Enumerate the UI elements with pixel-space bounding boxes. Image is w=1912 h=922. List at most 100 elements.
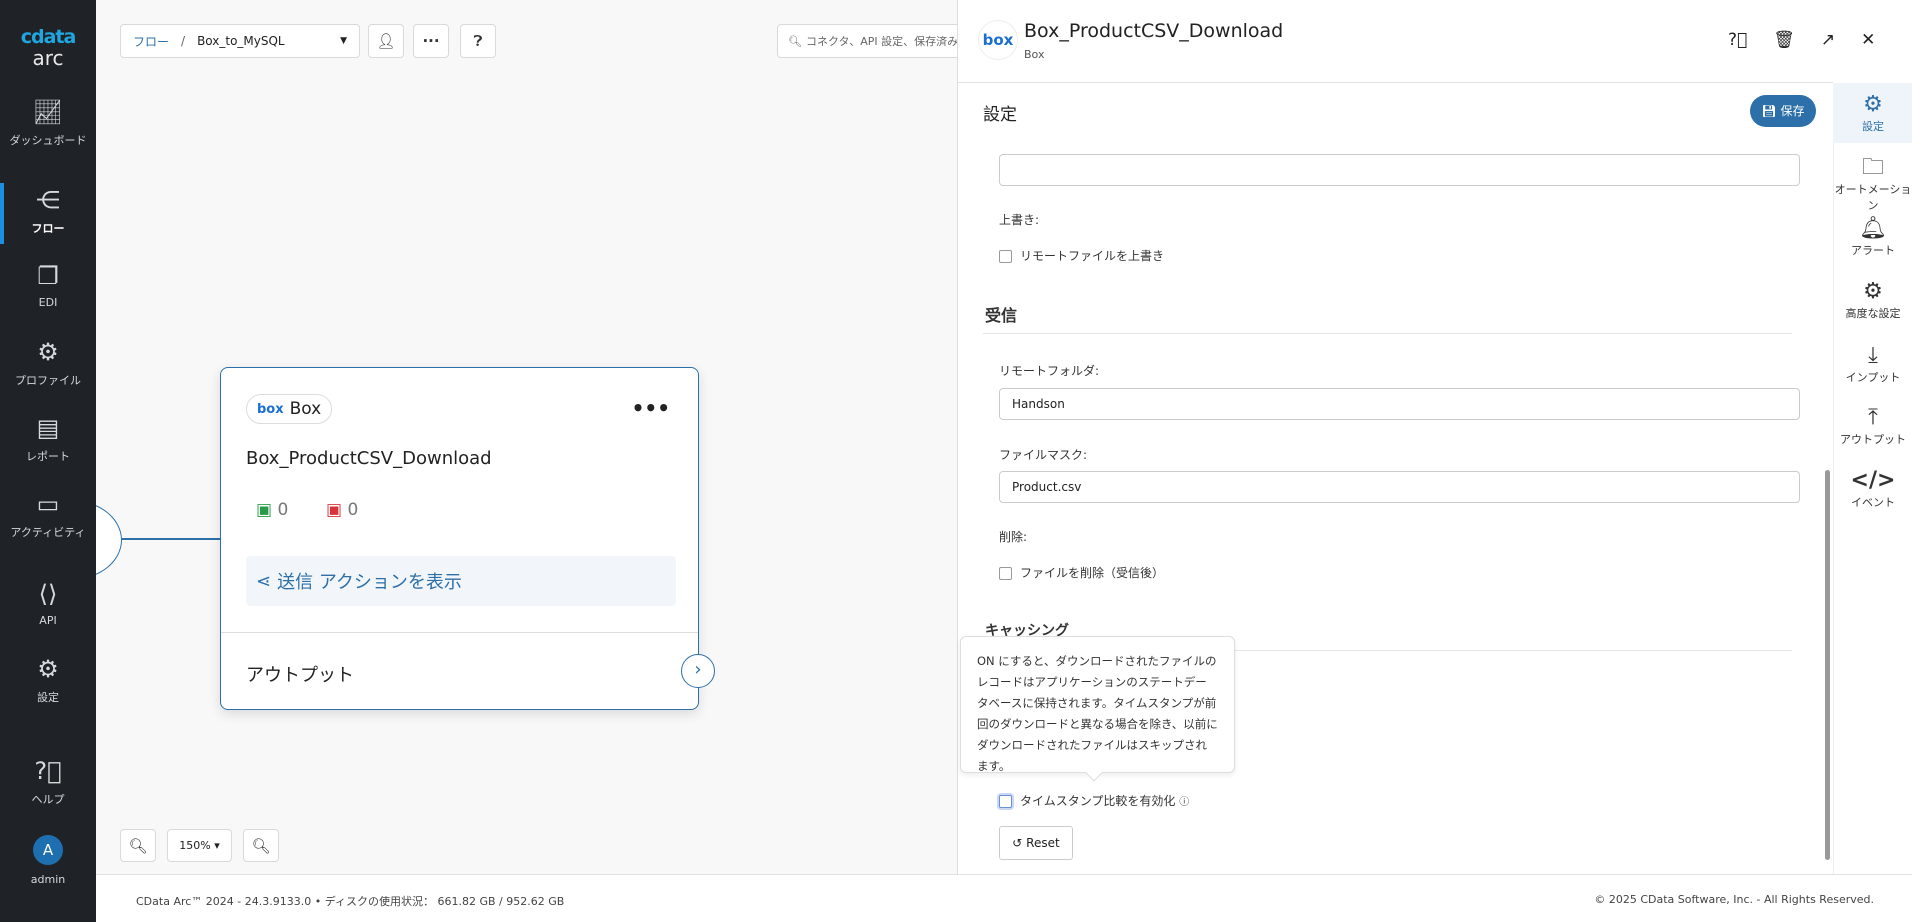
zoom-in-button[interactable]: 🔍︎ xyxy=(120,829,156,862)
success-count[interactable]: ▣ 0 xyxy=(256,500,288,520)
info-icon[interactable]: ⓘ xyxy=(1179,797,1189,808)
file-error-icon: ▣ xyxy=(326,500,343,520)
flow-selector[interactable]: フロー / Box_to_MySQL ▼ xyxy=(120,24,360,58)
sidebar-item-settings[interactable]: ⚙ 設定 xyxy=(0,655,96,705)
file-icon: ▤ xyxy=(36,414,60,442)
rail-item-automation[interactable]: 🗀 オートメーション xyxy=(1833,155,1912,213)
rail-item-events[interactable]: </> イベント xyxy=(1833,468,1912,510)
search-placeholder: コネクタ、API 設定、保存済み xyxy=(805,35,959,48)
search-input[interactable]: 🔍︎ コネクタ、API 設定、保存済み xyxy=(777,24,977,58)
file-mask-label: ファイルマスク: xyxy=(999,448,1088,462)
output-label: アウトプット xyxy=(246,665,354,686)
external-link-icon[interactable]: ↗ xyxy=(1821,30,1835,50)
gears-icon: ⚙ xyxy=(37,338,59,366)
sidebar-item-dashboard[interactable]: 📈︎ ダッシュボード xyxy=(0,98,96,148)
code-file-icon: ⟨⟩ xyxy=(38,580,58,608)
rail-item-output[interactable]: ⤒ アウトプット xyxy=(1833,405,1912,447)
sidebar-item-edi[interactable]: ❐ EDI xyxy=(0,262,96,309)
connector-settings-panel: box Box_ProductCSV_Download Box ?⃝ 🗑︎ ↗ ✕ 設… xyxy=(957,0,1912,874)
sidebar-item-report[interactable]: ▤ レポート xyxy=(0,414,96,464)
zoom-level: 150% xyxy=(179,839,211,852)
node-menu-button[interactable]: ••• xyxy=(632,396,670,420)
connection-line xyxy=(122,538,220,540)
delete-checkbox[interactable]: ファイルを削除（受信後） xyxy=(999,564,1164,581)
share-icon: ⋖ xyxy=(256,570,272,592)
panel-subtitle: Box xyxy=(1024,48,1045,61)
version-info: CData Arc™ 2024 - 24.3.9133.0 • ディスクの使用状… xyxy=(136,895,565,908)
overwrite-checkbox[interactable]: リモートファイルを上書き xyxy=(999,247,1164,264)
user-menu[interactable]: Aadmin xyxy=(0,835,96,886)
logo: cdata xyxy=(20,26,77,48)
help-icon: ?⃝ xyxy=(34,757,62,785)
connector-type: Box xyxy=(289,399,322,419)
copyright: © 2025 CData Software, Inc. - All Rights… xyxy=(1594,893,1874,906)
timestamp-checkbox[interactable]: タイムスタンプ比較を有効化 ⓘ xyxy=(999,792,1189,809)
disk-usage: ディスクの使用状況： 661.82 GB / 952.62 GB xyxy=(324,895,565,908)
zoom-in-icon: 🔍︎ xyxy=(128,836,148,855)
rail-item-input[interactable]: ⤓ インプット xyxy=(1833,343,1912,385)
file-mask-input[interactable]: Product.csv xyxy=(999,471,1800,503)
checkbox[interactable] xyxy=(999,567,1012,580)
box-logo: box xyxy=(978,20,1018,60)
rail-item-settings[interactable]: ⚙ 設定 xyxy=(1833,92,1912,134)
save-icon: 💾︎ xyxy=(1761,104,1777,118)
sidebar-item-help[interactable]: ?⃝ ヘルプ xyxy=(0,757,96,807)
breadcrumb-separator: / xyxy=(181,34,186,48)
reset-button[interactable]: ↺ Reset xyxy=(999,826,1073,860)
separator: • xyxy=(314,895,322,908)
save-button[interactable]: 💾︎ 保存 xyxy=(1750,95,1816,127)
rail-item-advanced[interactable]: ⚙ 高度な設定 xyxy=(1833,279,1912,321)
remote-folder-input[interactable]: Handson xyxy=(999,388,1800,420)
folder-gear-icon: 🗀 xyxy=(1861,155,1884,180)
checkbox[interactable] xyxy=(999,250,1012,263)
search-icon: 🔍︎ xyxy=(788,34,802,48)
chevron-right-icon: › xyxy=(694,659,702,680)
sidebar-item-activity[interactable]: ▭ アクティビティ xyxy=(0,490,96,540)
zoom-level-select[interactable]: 150% ▾ xyxy=(167,829,232,862)
copy-icon: ❐ xyxy=(37,262,59,290)
connector-node-card[interactable]: box Box ••• Box_ProductCSV_Download ▣ 0 ▣… xyxy=(220,367,715,710)
user-icon: 👤︎ xyxy=(376,32,396,50)
ellipsis-icon: ··· xyxy=(422,32,440,50)
footer: CData Arc™ 2024 - 24.3.9133.0 • ディスクの使用状… xyxy=(96,874,1912,922)
help-icon[interactable]: ?⃝ xyxy=(1728,30,1747,50)
divider xyxy=(958,82,1833,83)
receive-heading: 受信 xyxy=(985,306,1018,325)
show-send-actions-link[interactable]: ⋖ 送信 アクションを表示 xyxy=(246,556,676,606)
error-count[interactable]: ▣ 0 xyxy=(326,500,358,520)
gears-icon: ⚙ xyxy=(1863,279,1883,304)
panel-actions: ?⃝ 🗑︎ ↗ ✕ xyxy=(1728,30,1875,50)
logo-subtitle: arc xyxy=(32,46,64,70)
layers-icon: ▭ xyxy=(36,490,60,518)
divider xyxy=(221,632,698,633)
help-button[interactable]: ❓︎ xyxy=(460,24,496,58)
panel-title: Box_ProductCSV_Download xyxy=(1024,20,1284,42)
divider xyxy=(983,333,1792,334)
code-icon: </> xyxy=(1850,468,1896,493)
question-icon: ❓︎ xyxy=(473,32,483,50)
user-button[interactable]: 👤︎ xyxy=(368,24,404,58)
caret-down-icon: ▼ xyxy=(340,36,347,46)
zoom-out-button[interactable]: 🔍︎ xyxy=(243,829,279,862)
sidebar-item-api[interactable]: ⟨⟩ API xyxy=(0,580,96,627)
connector-badge: box Box xyxy=(246,394,333,424)
more-button[interactable]: ··· xyxy=(413,24,449,58)
trash-icon[interactable]: 🗑︎ xyxy=(1773,30,1795,50)
sidebar: cdata arc 📈︎ ダッシュボード ⋲ フロー ❐ EDI ⚙ プロファイル ▤ レ… xyxy=(0,0,96,922)
overwrite-label: 上書き: xyxy=(999,213,1040,227)
breadcrumb-root[interactable]: フロー xyxy=(133,33,169,50)
scrollbar[interactable] xyxy=(1825,470,1830,860)
checkbox[interactable] xyxy=(999,795,1012,808)
zoom-out-icon: 🔍︎ xyxy=(251,836,271,855)
rail-item-alerts[interactable]: 🔔︎ アラート xyxy=(1833,216,1912,258)
sidebar-item-flow[interactable]: ⋲ フロー xyxy=(0,186,96,236)
output-port-button[interactable]: › xyxy=(681,654,715,688)
share-nodes-icon: ⋲ xyxy=(36,186,60,214)
sidebar-item-profile[interactable]: ⚙ プロファイル xyxy=(0,338,96,388)
text-input[interactable] xyxy=(999,154,1800,186)
gear-icon: ⚙ xyxy=(37,655,59,683)
file-check-icon: ▣ xyxy=(256,500,273,520)
close-icon[interactable]: ✕ xyxy=(1861,30,1875,50)
remote-folder-label: リモートフォルダ: xyxy=(999,364,1100,378)
avatar: A xyxy=(33,835,63,865)
